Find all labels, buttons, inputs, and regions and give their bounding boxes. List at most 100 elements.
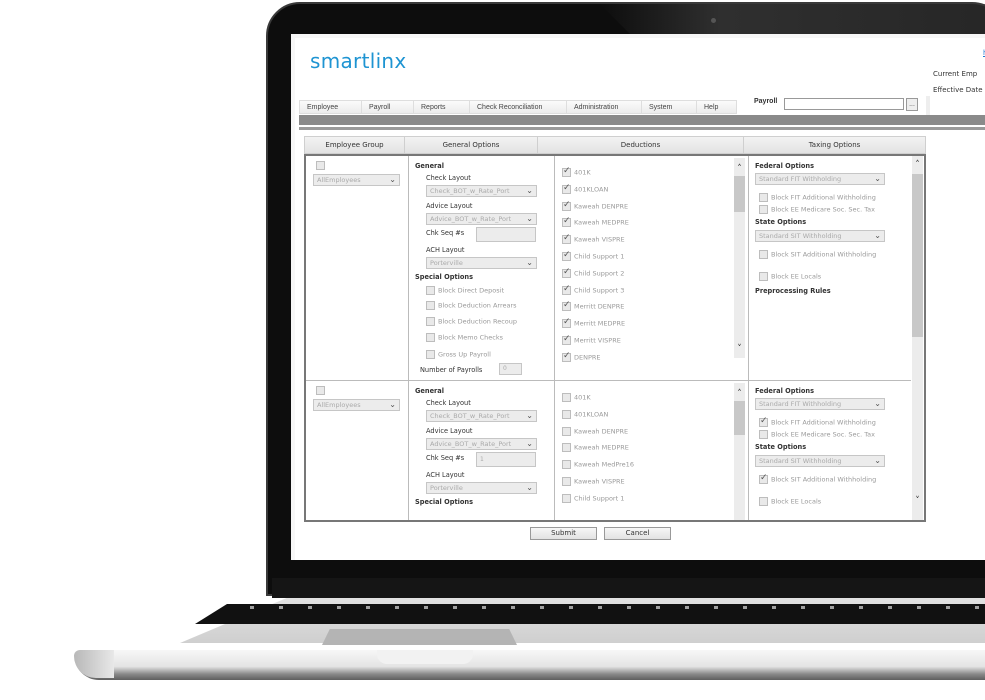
menu-payroll[interactable]: Payroll — [361, 100, 413, 114]
deductions-scrollbar[interactable]: ˄ — [734, 383, 745, 520]
block-direct-deposit-option[interactable]: Block Direct Deposit — [426, 286, 504, 295]
checkbox[interactable] — [562, 166, 571, 177]
checkbox[interactable] — [562, 493, 571, 503]
chevron-down-icon[interactable]: ˅ — [912, 496, 923, 506]
block-ee-medicare-option[interactable]: Block EE Medicare Soc. Sec. Tax — [759, 205, 875, 214]
block-sit-additional-option[interactable]: Block SIT Additional Withholding — [759, 250, 876, 259]
scroll-thumb[interactable] — [912, 174, 923, 337]
checkbox[interactable] — [562, 250, 571, 261]
check-layout-select[interactable]: Check_BOT_w_Rate_Port ⌄ — [426, 185, 537, 197]
chevron-up-icon[interactable]: ˄ — [734, 389, 745, 399]
chk-seq-input[interactable] — [476, 227, 536, 242]
checkbox[interactable] — [562, 200, 571, 211]
checkbox[interactable] — [426, 301, 435, 310]
checkbox[interactable] — [562, 334, 571, 345]
number-of-payrolls-input[interactable]: 0 — [499, 363, 522, 375]
checkbox[interactable] — [562, 183, 571, 194]
deductions-scrollbar[interactable]: ˄ ˅ — [734, 158, 745, 358]
state-withholding-select[interactable]: Standard SIT Withholding ⌄ — [755, 455, 885, 467]
payroll-lookup-button[interactable]: ... — [906, 98, 918, 111]
menu-check-reconciliation[interactable]: Check Reconciliation — [469, 100, 566, 114]
scroll-thumb[interactable] — [734, 401, 745, 435]
state-withholding-select[interactable]: Standard SIT Withholding ⌄ — [755, 230, 885, 242]
chk-seq-input[interactable]: 1 — [476, 452, 536, 467]
checkbox[interactable] — [562, 300, 571, 312]
checkbox[interactable] — [759, 430, 768, 439]
block-memo-checks-option[interactable]: Block Memo Checks — [426, 333, 503, 342]
ach-layout-select[interactable]: Porterville ⌄ — [426, 257, 537, 269]
deduction-item[interactable]: Kaweah DENPRE — [562, 200, 628, 211]
checkbox[interactable] — [759, 497, 768, 506]
advice-layout-select[interactable]: Advice_BOT_w_Rate_Port ⌄ — [426, 213, 537, 225]
checkbox[interactable] — [562, 460, 571, 470]
deduction-item[interactable]: 401K — [562, 166, 591, 177]
deduction-item[interactable]: Kaweah MedPre16 — [562, 460, 634, 470]
deduction-item[interactable]: Child Support 3 — [562, 284, 624, 295]
menu-employee[interactable]: Employee — [299, 100, 361, 114]
federal-withholding-select[interactable]: Standard FIT Withholding ⌄ — [755, 398, 885, 410]
deduction-item[interactable]: Child Support 1 — [562, 493, 624, 503]
deduction-item[interactable]: DENPRE — [562, 351, 601, 362]
checkbox[interactable] — [562, 216, 571, 228]
scroll-thumb[interactable] — [734, 176, 745, 212]
checkbox[interactable] — [426, 317, 435, 326]
deduction-item[interactable]: Merritt VISPRE — [562, 334, 621, 345]
menu-help[interactable]: Help — [696, 100, 737, 114]
block-fit-additional-option[interactable]: Block FIT Additional Withholding — [759, 416, 876, 427]
deduction-item[interactable]: Kaweah VISPRE — [562, 477, 625, 486]
gross-up-payroll-option[interactable]: Gross Up Payroll — [426, 350, 491, 359]
cancel-button[interactable]: Cancel — [604, 527, 671, 540]
row-select-checkbox[interactable] — [316, 161, 325, 170]
ach-layout-select[interactable]: Porterville ⌄ — [426, 482, 537, 494]
check-layout-select[interactable]: Check_BOT_w_Rate_Port ⌄ — [426, 410, 537, 422]
employee-group-select[interactable]: AllEmployees ⌄ — [313, 174, 400, 186]
advice-layout-select[interactable]: Advice_BOT_w_Rate_Port ⌄ — [426, 438, 537, 450]
block-ee-locals-option[interactable]: Block EE Locals — [759, 497, 821, 506]
checkbox[interactable] — [426, 350, 435, 359]
row-select-checkbox[interactable] — [316, 386, 325, 395]
checkbox[interactable] — [562, 317, 571, 329]
block-ee-medicare-option[interactable]: Block EE Medicare Soc. Sec. Tax — [759, 430, 875, 439]
menu-reports[interactable]: Reports — [413, 100, 469, 114]
checkbox[interactable] — [562, 284, 571, 295]
block-deduction-arrears-option[interactable]: Block Deduction Arrears — [426, 301, 517, 310]
checkbox[interactable] — [759, 473, 768, 484]
checkbox[interactable] — [562, 393, 571, 402]
chevron-up-icon[interactable]: ˄ — [734, 164, 745, 174]
deduction-item[interactable]: Child Support 2 — [562, 267, 624, 278]
deduction-item[interactable]: Kaweah MEDPRE — [562, 443, 629, 453]
menu-administration[interactable]: Administration — [566, 100, 641, 114]
checkbox[interactable] — [759, 205, 768, 214]
checkbox[interactable] — [562, 233, 571, 245]
deduction-item[interactable]: 401K — [562, 393, 591, 402]
checkbox[interactable] — [562, 351, 571, 362]
federal-withholding-select[interactable]: Standard FIT Withholding ⌄ — [755, 173, 885, 185]
submit-button[interactable]: Submit — [530, 527, 597, 540]
deduction-item[interactable]: Kaweah MEDPRE — [562, 216, 629, 228]
checkbox[interactable] — [426, 333, 435, 342]
deduction-item[interactable]: 401KLOAN — [562, 409, 608, 419]
deduction-item[interactable]: Child Support 1 — [562, 250, 624, 261]
deduction-item[interactable]: Merritt MEDPRE — [562, 317, 625, 329]
checkbox[interactable] — [562, 409, 571, 419]
checkbox[interactable] — [562, 267, 571, 278]
deduction-item[interactable]: 401KLOAN — [562, 183, 608, 194]
payroll-input[interactable] — [784, 98, 904, 110]
block-deduction-recoup-option[interactable]: Block Deduction Recoup — [426, 317, 517, 326]
block-ee-locals-option[interactable]: Block EE Locals — [759, 272, 821, 281]
checkbox[interactable] — [759, 193, 768, 202]
block-fit-additional-option[interactable]: Block FIT Additional Withholding — [759, 193, 876, 202]
checkbox[interactable] — [759, 250, 768, 259]
checkbox[interactable] — [426, 286, 435, 295]
grid-scrollbar[interactable]: ˄ ˅ — [912, 156, 923, 520]
checkbox[interactable] — [759, 272, 768, 281]
block-sit-additional-option[interactable]: Block SIT Additional Withholding — [759, 473, 876, 484]
deduction-item[interactable]: Merritt DENPRE — [562, 300, 624, 312]
checkbox[interactable] — [562, 477, 571, 486]
checkbox[interactable] — [562, 443, 571, 453]
deduction-item[interactable]: Kaweah VISPRE — [562, 233, 625, 245]
chevron-down-icon[interactable]: ˅ — [734, 344, 745, 354]
chevron-up-icon[interactable]: ˄ — [912, 160, 923, 170]
checkbox[interactable] — [759, 416, 768, 427]
menu-system[interactable]: System — [641, 100, 696, 114]
